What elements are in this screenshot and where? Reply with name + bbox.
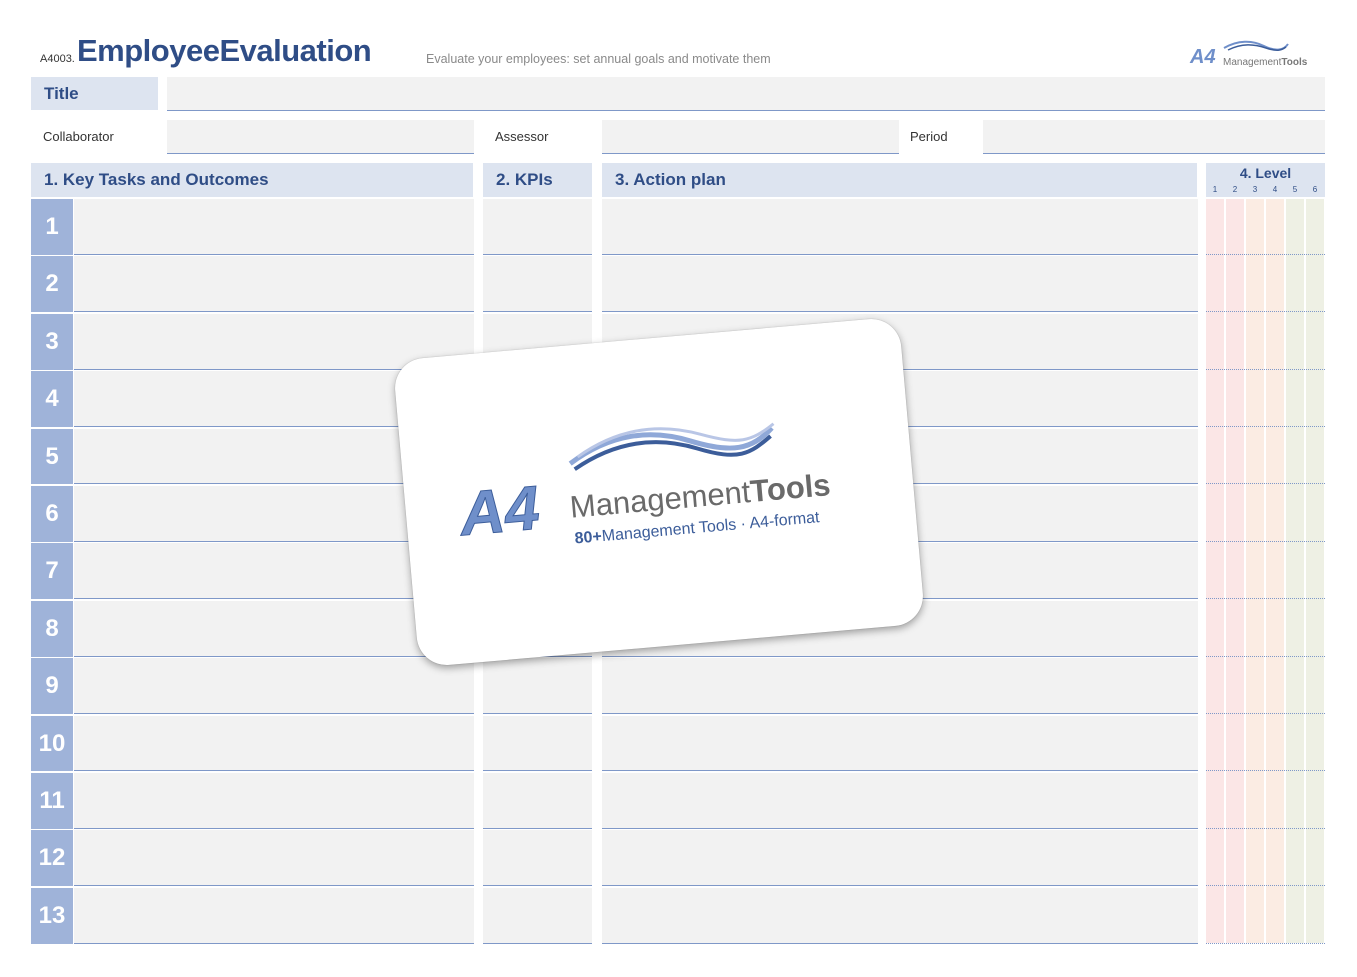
level-title: 4. Level — [1239, 165, 1292, 181]
level-cell[interactable] — [1206, 888, 1325, 944]
kpi-cell[interactable] — [483, 715, 592, 772]
card-logo-tools: Tools — [749, 467, 832, 509]
row-number: 8 — [31, 600, 73, 657]
level-cell[interactable] — [1206, 486, 1325, 542]
level-cell[interactable] — [1206, 314, 1325, 370]
level-cell[interactable] — [1206, 543, 1325, 600]
level-cell[interactable] — [1206, 429, 1325, 485]
page-subtitle: Evaluate your employees: set annual goal… — [426, 52, 771, 66]
task-cell[interactable] — [74, 199, 474, 255]
kpi-cell[interactable] — [483, 199, 592, 255]
level-number: 4 — [1272, 185, 1278, 194]
assessor-field[interactable] — [602, 120, 899, 154]
collaborator-label: Collaborator — [43, 129, 114, 144]
task-cell[interactable] — [74, 830, 474, 887]
action-plan-cell[interactable] — [602, 773, 1198, 829]
row-number: 1 — [31, 199, 73, 255]
title-label: Title — [31, 77, 158, 110]
level-cell[interactable] — [1206, 716, 1325, 772]
level-cell[interactable] — [1206, 256, 1325, 313]
action-plan-cell[interactable] — [602, 658, 1198, 715]
row-number: 2 — [31, 256, 73, 313]
level-cell[interactable] — [1206, 830, 1325, 887]
row-number: 13 — [31, 887, 73, 944]
level-cell[interactable] — [1206, 371, 1325, 428]
row-number: 7 — [31, 543, 73, 600]
level-cell[interactable] — [1206, 601, 1325, 657]
level-column-header: 4. Level 1 2 3 4 5 6 — [1206, 163, 1325, 197]
level-number: 3 — [1252, 185, 1258, 194]
kpi-cell[interactable] — [483, 658, 592, 715]
assessor-label: Assessor — [495, 129, 549, 144]
action-plan-cell[interactable] — [602, 256, 1198, 313]
title-field[interactable] — [167, 77, 1325, 111]
row-number: 6 — [31, 486, 73, 542]
row-number: 11 — [31, 773, 73, 829]
level-number: 2 — [1232, 185, 1238, 194]
level-cell[interactable] — [1206, 658, 1325, 715]
svg-text:A4: A4 — [1189, 46, 1216, 68]
wave-icon — [568, 422, 775, 471]
brand-small-bold: Tools — [1281, 57, 1307, 68]
wave-icon: A4 ManagementTools — [1189, 40, 1308, 68]
task-cell[interactable] — [74, 715, 474, 772]
action-plan-column-header: 3. Action plan — [602, 163, 1197, 197]
task-cell[interactable] — [74, 256, 474, 313]
row-number: 9 — [31, 658, 73, 715]
action-plan-cell[interactable] — [602, 830, 1198, 887]
period-field[interactable] — [983, 120, 1325, 154]
level-cell[interactable] — [1206, 773, 1325, 829]
row-number: 12 — [31, 830, 73, 887]
action-plan-cell[interactable] — [602, 199, 1198, 255]
brand-small-text: Management — [1223, 57, 1282, 68]
row-number: 4 — [31, 371, 73, 428]
kpi-cell[interactable] — [483, 830, 592, 887]
level-number: 6 — [1312, 185, 1318, 194]
card-logo-a4: A4 — [455, 474, 542, 550]
collaborator-field[interactable] — [167, 120, 474, 154]
row-number: 5 — [31, 428, 73, 485]
action-plan-cell[interactable] — [602, 715, 1198, 772]
period-label: Period — [910, 129, 948, 144]
tasks-column-header: 1. Key Tasks and Outcomes — [31, 163, 473, 197]
task-cell[interactable] — [74, 658, 474, 715]
action-plan-cell[interactable] — [602, 887, 1198, 944]
kpi-cell[interactable] — [483, 773, 592, 829]
kpis-column-header: 2. KPIs — [483, 163, 592, 197]
brand-logo: A4 ManagementTools — [1188, 38, 1318, 72]
row-number: 3 — [31, 313, 73, 370]
svg-text:ManagementTools: ManagementTools — [1223, 57, 1308, 68]
task-cell[interactable] — [74, 887, 474, 944]
template-code: A4003. — [40, 53, 75, 65]
level-cell[interactable] — [1206, 199, 1325, 255]
card-tagline-bold: 80+ — [574, 528, 603, 547]
level-number: 5 — [1292, 185, 1298, 194]
page-title: EmployeeEvaluation — [77, 33, 372, 68]
row-number: 10 — [31, 715, 73, 772]
kpi-cell[interactable] — [483, 256, 592, 313]
level-number: 1 — [1212, 185, 1218, 194]
product-logo-card: A4 ManagementTools 80+Management Tools ·… — [392, 316, 926, 668]
task-cell[interactable] — [74, 773, 474, 829]
kpi-cell[interactable] — [483, 887, 592, 944]
